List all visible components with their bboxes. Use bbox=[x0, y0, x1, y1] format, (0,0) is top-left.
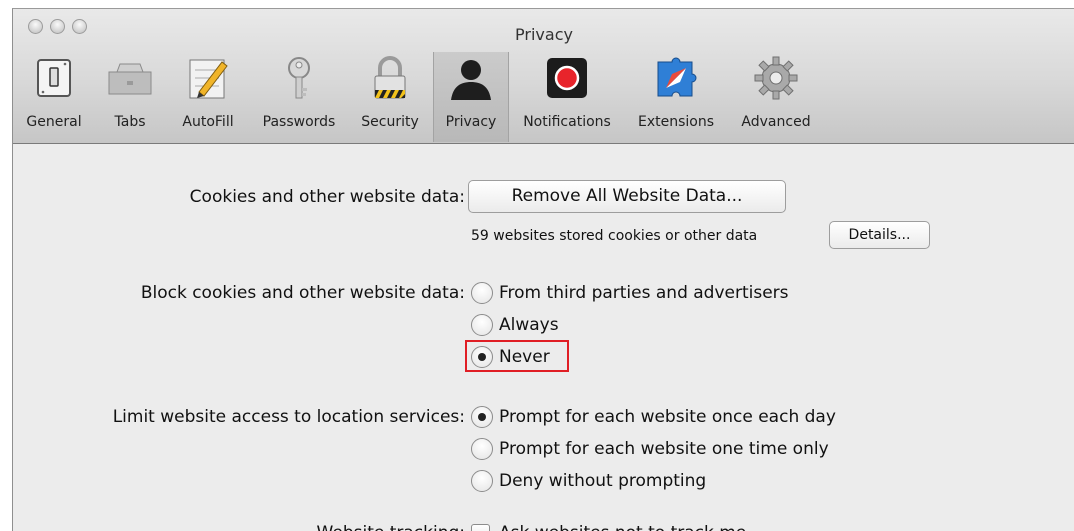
stored-cookies-note: 59 websites stored cookies or other data bbox=[471, 228, 758, 244]
toolbar-label: Advanced bbox=[741, 114, 811, 130]
option-label: Deny without prompting bbox=[499, 471, 707, 491]
toolbar-item-privacy[interactable]: Privacy bbox=[433, 52, 509, 142]
radio-button[interactable] bbox=[471, 282, 493, 304]
toolbar-item-tabs[interactable]: Tabs bbox=[95, 52, 165, 142]
remove-all-website-data-button[interactable]: Remove All Website Data... bbox=[468, 180, 786, 213]
toolbar-label: AutoFill bbox=[182, 114, 234, 130]
toolbar-item-security[interactable]: Security bbox=[347, 52, 433, 142]
toolbar-label: Security bbox=[361, 114, 419, 130]
option-label: Prompt for each website once each day bbox=[499, 407, 836, 427]
toolbar-label: Passwords bbox=[262, 114, 336, 130]
option-label: Always bbox=[499, 315, 559, 335]
safari-preferences-window: Privacy General Tabs AutoFill Passwords … bbox=[12, 8, 1074, 531]
toolbar-label: General bbox=[26, 114, 82, 130]
details-button[interactable]: Details... bbox=[829, 221, 930, 249]
radio-button[interactable] bbox=[471, 438, 493, 460]
option-label: Prompt for each website one time only bbox=[499, 439, 829, 459]
key-icon bbox=[288, 57, 310, 99]
radio-button[interactable] bbox=[471, 314, 493, 336]
radio-button-selected[interactable] bbox=[471, 406, 493, 428]
toolbar-label: Tabs bbox=[114, 114, 146, 130]
toolbar-item-autofill[interactable]: AutoFill bbox=[165, 52, 251, 142]
toolbar-item-notifications[interactable]: Notifications bbox=[509, 52, 625, 142]
toolbar-item-advanced[interactable]: Advanced bbox=[727, 52, 825, 142]
annotation-highlight-box bbox=[465, 340, 569, 372]
toolbar-label: Notifications bbox=[523, 114, 611, 130]
pencil-form-icon bbox=[189, 59, 228, 99]
toolbar-item-extensions[interactable]: Extensions bbox=[625, 52, 727, 142]
toolbar-item-general[interactable]: General bbox=[13, 52, 95, 142]
radio-button[interactable] bbox=[471, 470, 493, 492]
tabs-icon bbox=[108, 63, 152, 95]
padlock-icon bbox=[374, 56, 406, 99]
toolbar-label: Extensions bbox=[637, 114, 715, 130]
preferences-toolbar: Privacy General Tabs AutoFill Passwords … bbox=[13, 9, 1074, 144]
location-services-label: Limit website access to location service… bbox=[112, 407, 465, 427]
window-title: Privacy bbox=[515, 25, 573, 44]
light-switch-icon bbox=[37, 59, 71, 97]
privacy-settings-pane: Cookies and other website data: Remove A… bbox=[13, 144, 1074, 531]
puzzle-compass-icon bbox=[657, 57, 697, 97]
gear-icon bbox=[754, 56, 798, 100]
red-dot-icon bbox=[547, 58, 587, 98]
toolbar-item-passwords[interactable]: Passwords bbox=[251, 52, 347, 142]
toolbar-label: Privacy bbox=[445, 114, 497, 130]
option-label: From third parties and advertisers bbox=[499, 283, 789, 303]
cookies-label: Cookies and other website data: bbox=[189, 187, 465, 207]
person-silhouette-icon bbox=[451, 60, 491, 100]
block-cookies-label: Block cookies and other website data: bbox=[140, 283, 465, 303]
